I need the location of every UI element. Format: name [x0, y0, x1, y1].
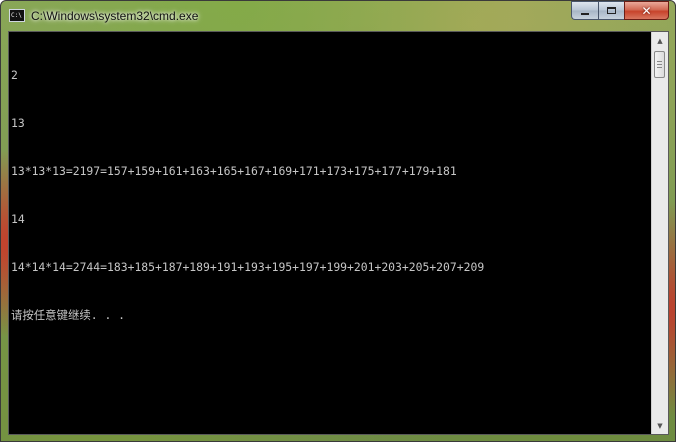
vertical-scrollbar[interactable]: ▲ ▼ — [651, 32, 668, 434]
console-line-prompt: 请按任意键继续. . . — [11, 308, 126, 322]
title-bar[interactable]: C:\ C:\Windows\system32\cmd.exe ✕ — [1, 1, 675, 31]
maximize-button[interactable] — [598, 1, 624, 20]
arrow-up-icon: ▲ — [657, 36, 663, 45]
console-line: 2 — [11, 68, 18, 82]
scroll-thumb[interactable] — [654, 51, 665, 78]
cmd-window: C:\ C:\Windows\system32\cmd.exe ✕ 2 13 1… — [0, 0, 676, 442]
close-button[interactable]: ✕ — [624, 1, 669, 20]
console-line: 14*14*14=2744=183+185+187+189+191+193+19… — [11, 260, 485, 274]
minimize-icon — [581, 12, 589, 15]
maximize-icon — [607, 7, 616, 14]
console-client-area: 2 13 13*13*13=2197=157+159+161+163+165+1… — [8, 31, 669, 435]
console-output[interactable]: 2 13 13*13*13=2197=157+159+161+163+165+1… — [10, 33, 652, 433]
arrow-down-icon: ▼ — [657, 421, 663, 430]
console-line: 13 — [11, 116, 25, 130]
scroll-up-button[interactable]: ▲ — [652, 32, 668, 49]
console-line: 13*13*13=2197=157+159+161+163+165+167+16… — [11, 164, 457, 178]
grip-line — [657, 61, 662, 62]
minimize-button[interactable] — [571, 1, 598, 20]
cmd-icon[interactable]: C:\ — [9, 9, 25, 22]
scroll-down-button[interactable]: ▼ — [652, 417, 668, 434]
window-title: C:\Windows\system32\cmd.exe — [31, 9, 199, 23]
grip-line — [657, 64, 662, 65]
close-icon: ✕ — [641, 3, 652, 18]
caption-buttons: ✕ — [571, 1, 669, 20]
grip-line — [657, 67, 662, 68]
console-line: 14 — [11, 212, 25, 226]
